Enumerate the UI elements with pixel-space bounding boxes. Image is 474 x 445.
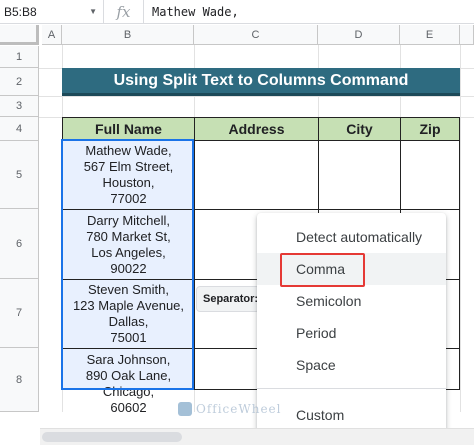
row-header-7[interactable]: 7 (0, 279, 39, 348)
watermark: OfficeWheel (178, 402, 281, 416)
officewheel-logo-icon (178, 402, 192, 416)
table-row[interactable]: Steven Smith, 123 Maple Avenue, Dallas, … (62, 279, 195, 349)
cell-city[interactable] (318, 140, 401, 210)
row-header-8[interactable]: 8 (0, 348, 39, 412)
column-header-e[interactable]: E (400, 25, 460, 45)
menu-item-custom[interactable]: Custom (257, 399, 446, 431)
cell-full-name: Mathew Wade, 567 Elm Street, Houston, 77… (83, 143, 174, 206)
column-header-b[interactable]: B (62, 25, 194, 45)
cell-full-name: Sara Johnson, 890 Oak Lane, Chicago, 606… (85, 352, 172, 415)
column-header-a[interactable]: A (42, 25, 62, 45)
name-box[interactable]: B5:B8 ▼ (0, 0, 104, 24)
menu-divider (257, 388, 446, 389)
separator-menu: Detect automatically Comma Semicolon Per… (257, 213, 446, 437)
select-all-corner[interactable] (0, 25, 39, 45)
row-header-6[interactable]: 6 (0, 209, 39, 279)
table-row[interactable]: Mathew Wade, 567 Elm Street, Houston, 77… (62, 140, 195, 210)
cell-zip[interactable] (400, 140, 460, 210)
header-full-name[interactable]: Full Name (62, 117, 195, 141)
separator-dropdown[interactable]: Separator: (196, 286, 260, 312)
formula-bar: B5:B8 ▼ fx Mathew Wade, (0, 0, 474, 24)
scrollbar-thumb[interactable] (42, 432, 182, 442)
cell-full-name: Darry Mitchell, 780 Market St, Los Angel… (86, 212, 171, 276)
menu-item-space[interactable]: Space (257, 349, 446, 381)
header-address[interactable]: Address (194, 117, 319, 141)
table-row[interactable]: Darry Mitchell, 780 Market St, Los Angel… (62, 209, 195, 280)
row-header-5[interactable]: 5 (0, 141, 39, 209)
menu-item-detect-automatically[interactable]: Detect automatically (257, 221, 446, 253)
header-zip[interactable]: Zip (400, 117, 460, 141)
page-title: Using Split Text to Columns Command (62, 68, 460, 96)
separator-label: Separator: (203, 293, 259, 305)
row-header-1[interactable]: 1 (0, 46, 39, 68)
fx-icon: fx (104, 0, 144, 24)
row-header-4[interactable]: 4 (0, 117, 39, 141)
table-row[interactable]: Sara Johnson, 890 Oak Lane, Chicago, 606… (62, 348, 195, 415)
column-header-overflow (460, 25, 474, 45)
cell-address[interactable] (194, 140, 319, 210)
name-box-value: B5:B8 (4, 4, 37, 19)
menu-item-semicolon[interactable]: Semicolon (257, 285, 446, 317)
watermark-text: OfficeWheel (196, 402, 282, 416)
column-header-c[interactable]: C (194, 25, 318, 45)
cell-full-name: Steven Smith, 123 Maple Avenue, Dallas, … (72, 282, 185, 345)
header-city[interactable]: City (318, 117, 401, 141)
horizontal-scrollbar[interactable] (40, 428, 474, 445)
menu-item-comma[interactable]: Comma (257, 253, 446, 285)
grid-line (39, 96, 474, 97)
grid-line (460, 45, 461, 412)
chevron-down-icon[interactable]: ▼ (89, 7, 97, 16)
formula-input[interactable]: Mathew Wade, (144, 5, 239, 19)
row-header-2[interactable]: 2 (0, 68, 39, 96)
column-header-d[interactable]: D (318, 25, 400, 45)
row-header-3[interactable]: 3 (0, 96, 39, 117)
menu-item-period[interactable]: Period (257, 317, 446, 349)
